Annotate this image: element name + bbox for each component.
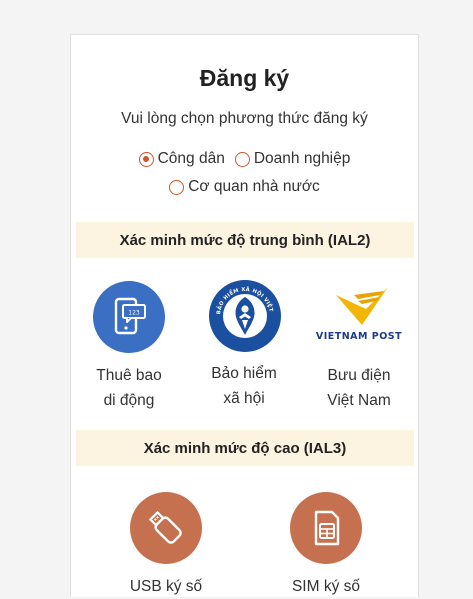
radio-co-quan-nha-nuoc[interactable]: Cơ quan nhà nước <box>169 178 320 196</box>
radio-unchecked-icon[interactable] <box>234 151 250 167</box>
option-vietnam-post[interactable]: VIETNAM POST Bưu điện Việt Nam <box>314 281 404 413</box>
option-label: SIM ký số <box>291 578 361 595</box>
sim-card-icon <box>290 492 362 564</box>
subtitle: Vui lòng chọn phương thức đăng ký <box>121 110 368 127</box>
svg-text:123: 123 <box>128 310 140 317</box>
radio-label: Cơ quan nhà nước <box>188 178 320 195</box>
radio-doanh-nghiep[interactable]: Doanh nghiệp <box>234 150 351 168</box>
registration-card: Đăng ký Vui lòng chọn phương thức đăng k… <box>70 34 419 597</box>
radio-checked-icon[interactable] <box>138 151 154 167</box>
usb-token-icon <box>130 492 202 564</box>
section-heading-ial2: Xác minh mức độ trung bình (IAL2) <box>76 222 414 258</box>
phone-sms-icon: 123 <box>93 281 165 353</box>
option-label: Bưu điện Việt Nam <box>327 367 391 409</box>
option-mobile-subscriber[interactable]: 123 Thuê bao di động <box>93 281 165 413</box>
radio-cong-dan[interactable]: Công dân <box>138 150 225 168</box>
option-label: Thuê bao di động <box>96 367 162 409</box>
page-title: Đăng ký <box>199 65 290 91</box>
vietnam-post-logo: VIETNAM POST <box>316 281 402 353</box>
option-sim-card[interactable]: SIM ký số <box>276 492 376 599</box>
option-label: Bảo hiểm xã hội <box>211 365 277 407</box>
option-social-insurance[interactable]: BẢO HIỂM XÃ HỘI VIỆT NAM Bảo hiểm xã hội <box>202 275 286 411</box>
option-usb-token[interactable]: USB ký số <box>116 492 216 599</box>
option-label: USB ký số <box>129 578 203 595</box>
radio-group-row-1: Công dân Doanh nghiệp <box>71 150 418 168</box>
radio-label: Doanh nghiệp <box>253 150 351 167</box>
svg-text:VIETNAM POST: VIETNAM POST <box>316 331 402 342</box>
radio-label: Công dân <box>157 150 225 167</box>
social-insurance-logo: BẢO HIỂM XÃ HỘI VIỆT NAM <box>205 275 281 352</box>
radio-group-row-2: Cơ quan nhà nước <box>71 178 418 196</box>
section-heading-ial3: Xác minh mức độ cao (IAL3) <box>76 430 414 466</box>
radio-unchecked-icon[interactable] <box>169 179 185 195</box>
